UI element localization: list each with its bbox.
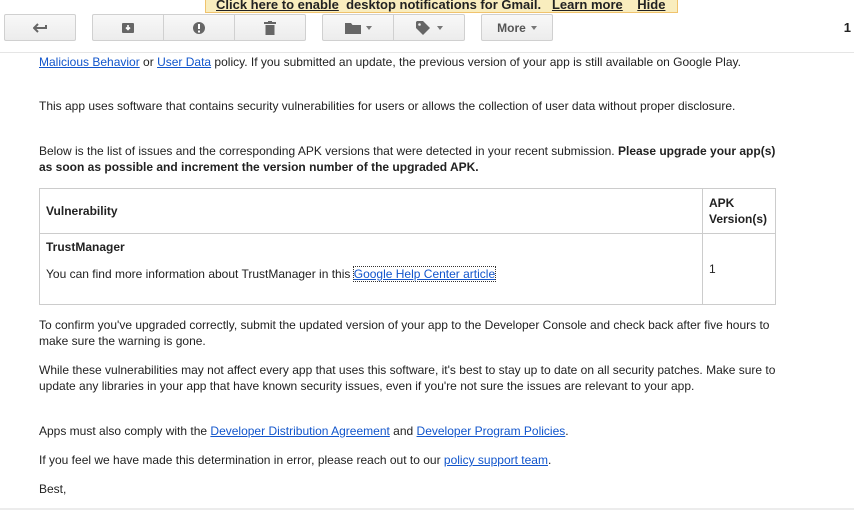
paragraph-security-patches: While these vulnerabilities may not affe… <box>39 363 776 393</box>
enable-notifications-link[interactable]: Click here to enable <box>216 0 339 12</box>
vulnerability-name: TrustManager <box>46 240 125 254</box>
notice-text: desktop notifications for Gmail. <box>346 0 542 12</box>
vulnerability-header: Vulnerability <box>39 188 703 234</box>
paragraph-confirm: To confirm you've upgraded correctly, su… <box>39 318 770 348</box>
vulnerability-table: Vulnerability APK Version(s) TrustManager… <box>39 188 776 305</box>
chevron-down-icon <box>365 25 372 30</box>
learn-more-link[interactable]: Learn more <box>552 0 623 12</box>
chevron-down-icon <box>436 25 443 30</box>
program-policies-link[interactable]: Developer Program Policies <box>417 424 566 438</box>
policy-support-link[interactable]: policy support team <box>444 453 548 467</box>
apk-version-header: APK Version(s) <box>702 188 776 234</box>
table-header-row: Vulnerability APK Version(s) <box>39 188 776 234</box>
table-row: TrustManager You can find more informati… <box>39 233 776 305</box>
report-spam-button[interactable] <box>163 14 235 41</box>
hide-notice-link[interactable]: Hide <box>637 0 665 12</box>
apk-version-cell: 1 <box>702 233 776 305</box>
delete-button[interactable] <box>234 14 306 41</box>
user-data-link[interactable]: User Data <box>157 55 211 69</box>
more-button[interactable]: More <box>481 14 553 41</box>
distribution-agreement-link[interactable]: Developer Distribution Agreement <box>210 424 389 438</box>
paragraph-vulnerabilities: This app uses software that contains sec… <box>39 99 736 113</box>
chevron-down-icon <box>530 25 537 30</box>
archive-button[interactable] <box>92 14 164 41</box>
tag-icon <box>415 20 432 35</box>
trash-icon <box>264 20 276 35</box>
back-button[interactable] <box>4 14 76 41</box>
signoff: Best, <box>39 482 67 496</box>
vulnerability-description: You can find more information about Trus… <box>46 266 497 282</box>
notification-banner: Click here to enable desktop notificatio… <box>205 0 678 13</box>
back-arrow-icon <box>33 22 47 33</box>
help-center-link[interactable]: Google Help Center article <box>352 266 497 282</box>
vulnerability-cell: TrustManager You can find more informati… <box>39 233 703 305</box>
paragraph-error: If you feel we have made this determinat… <box>39 453 552 467</box>
report-spam-icon <box>192 21 206 35</box>
move-to-button[interactable] <box>322 14 394 41</box>
more-button-label: More <box>497 20 526 35</box>
archive-icon <box>121 22 135 34</box>
paragraph-policy: Malicious Behavior or User Data policy. … <box>39 55 741 69</box>
paragraph-list-intro: Below is the list of issues and the corr… <box>39 144 776 174</box>
folder-icon <box>344 22 361 34</box>
paragraph-comply: Apps must also comply with the Developer… <box>39 424 569 438</box>
malicious-behavior-link[interactable]: Malicious Behavior <box>39 55 140 69</box>
labels-button[interactable] <box>393 14 465 41</box>
page-indicator: 1 <box>843 20 851 35</box>
